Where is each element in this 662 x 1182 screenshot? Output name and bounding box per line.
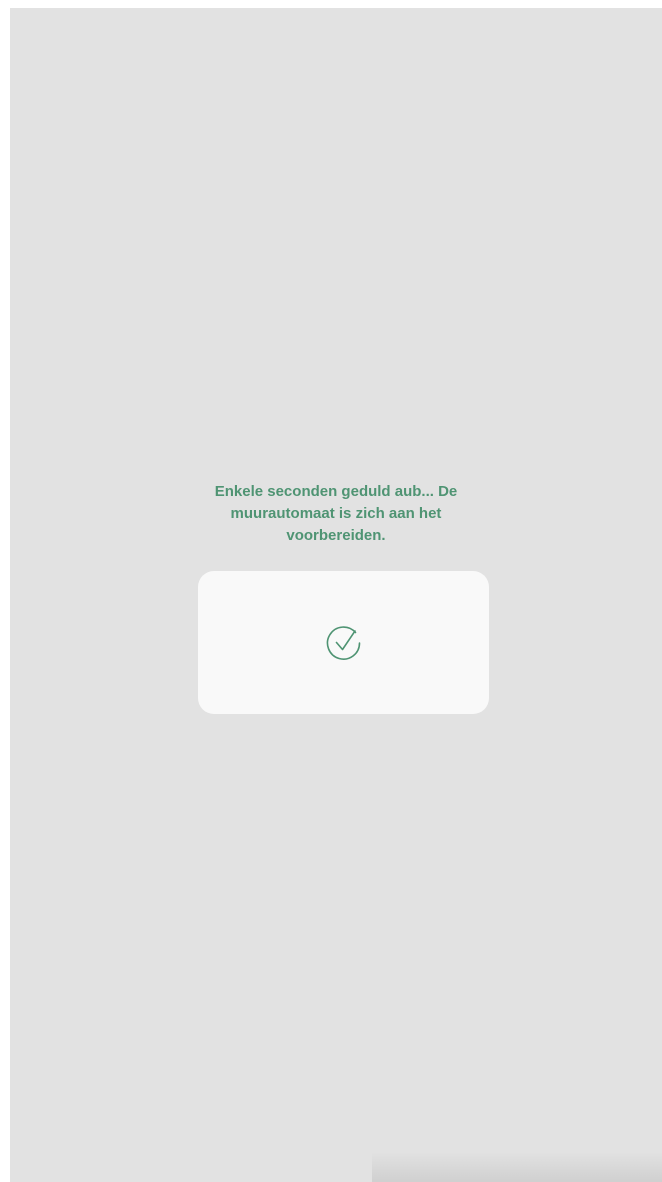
screen: Enkele seconden geduld aub... De muuraut… (10, 8, 662, 1182)
check-circle-icon (326, 625, 360, 660)
loading-message: Enkele seconden geduld aub... De muuraut… (214, 483, 458, 544)
loading-message-container: Enkele seconden geduld aub... De muuraut… (10, 481, 662, 547)
bottom-shadow (372, 1152, 662, 1182)
status-card (198, 571, 489, 714)
